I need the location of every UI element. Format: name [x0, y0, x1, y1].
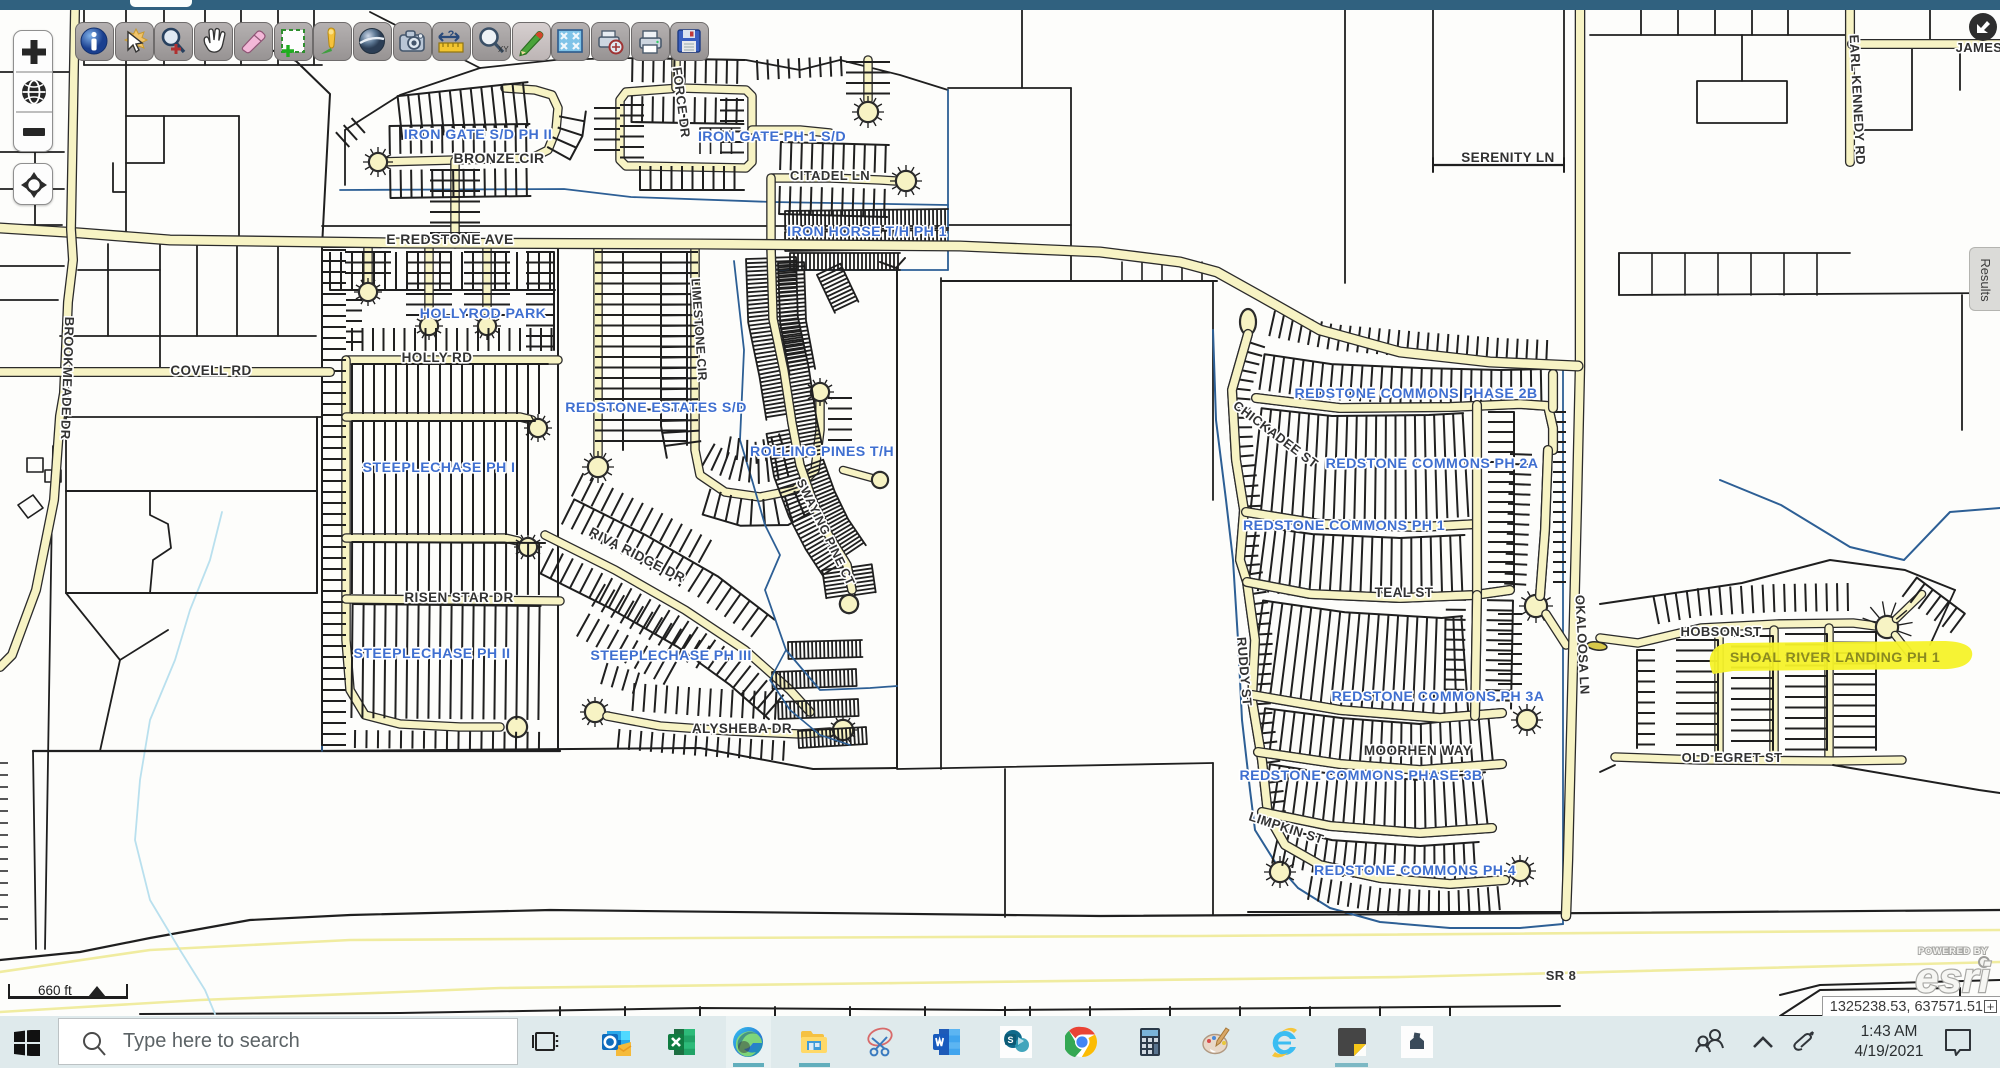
- svg-text:REDSTONE COMMONS PH 2A: REDSTONE COMMONS PH 2A: [1326, 456, 1539, 472]
- svg-text:XY: XY: [498, 45, 509, 54]
- svg-text:REDSTONE COMMONS PHASE 3B: REDSTONE COMMONS PHASE 3B: [1239, 768, 1482, 784]
- svg-text:E REDSTONE AVE: E REDSTONE AVE: [386, 231, 513, 247]
- svg-text:esri: esri: [1915, 954, 1991, 998]
- svg-text:REDSTONE COMMONS PHASE 2B: REDSTONE COMMONS PHASE 2B: [1294, 386, 1537, 402]
- svg-text:?: ?: [448, 29, 455, 41]
- svg-text:RISEN STAR DR: RISEN STAR DR: [404, 590, 513, 605]
- svg-text:ALYSHEBA DR: ALYSHEBA DR: [692, 721, 792, 736]
- svg-text:IRON GATE S/D PH II: IRON GATE S/D PH II: [404, 127, 552, 143]
- svg-text:IRON HORSE T/H PH 1: IRON HORSE T/H PH 1: [787, 224, 947, 240]
- svg-text:SR 8: SR 8: [1546, 968, 1577, 983]
- svg-text:BRONZE CIR: BRONZE CIR: [453, 150, 544, 166]
- svg-text:REDSTONE ESTATES S/D: REDSTONE ESTATES S/D: [565, 400, 746, 416]
- svg-text:HOLLYROD PARK: HOLLYROD PARK: [420, 306, 547, 322]
- svg-text:SHOAL RIVER LANDING PH 1: SHOAL RIVER LANDING PH 1: [1730, 650, 1940, 666]
- svg-text:COVELL RD: COVELL RD: [170, 363, 251, 378]
- svg-text:STEEPLECHASE PH I: STEEPLECHASE PH I: [363, 460, 516, 476]
- svg-text:MOORHEN WAY: MOORHEN WAY: [1364, 743, 1472, 758]
- svg-text:ROLLING PINES T/H: ROLLING PINES T/H: [750, 444, 894, 460]
- svg-text:REDSTONE COMMONS PH 3A: REDSTONE COMMONS PH 3A: [1332, 689, 1545, 705]
- svg-text:CITADEL LN: CITADEL LN: [790, 168, 870, 183]
- svg-text:STEEPLECHASE PH II: STEEPLECHASE PH II: [354, 646, 511, 662]
- svg-text:SERENITY LN: SERENITY LN: [1461, 150, 1554, 165]
- svg-text:STEEPLECHASE PH III: STEEPLECHASE PH III: [590, 648, 751, 664]
- svg-text:REDSTONE COMMONS PH 4: REDSTONE COMMONS PH 4: [1314, 863, 1516, 879]
- svg-text:REDSTONE COMMONS PH 1: REDSTONE COMMONS PH 1: [1243, 518, 1445, 534]
- svg-text:S: S: [1007, 1035, 1013, 1045]
- svg-text:OLD EGRET ST: OLD EGRET ST: [1682, 750, 1783, 765]
- svg-text:IRON GATE PH 1 S/D: IRON GATE PH 1 S/D: [698, 129, 846, 145]
- svg-text:HOLLY RD: HOLLY RD: [402, 350, 473, 365]
- svg-text:TEAL ST: TEAL ST: [1375, 585, 1434, 600]
- svg-text:HOBSON ST: HOBSON ST: [1681, 624, 1762, 639]
